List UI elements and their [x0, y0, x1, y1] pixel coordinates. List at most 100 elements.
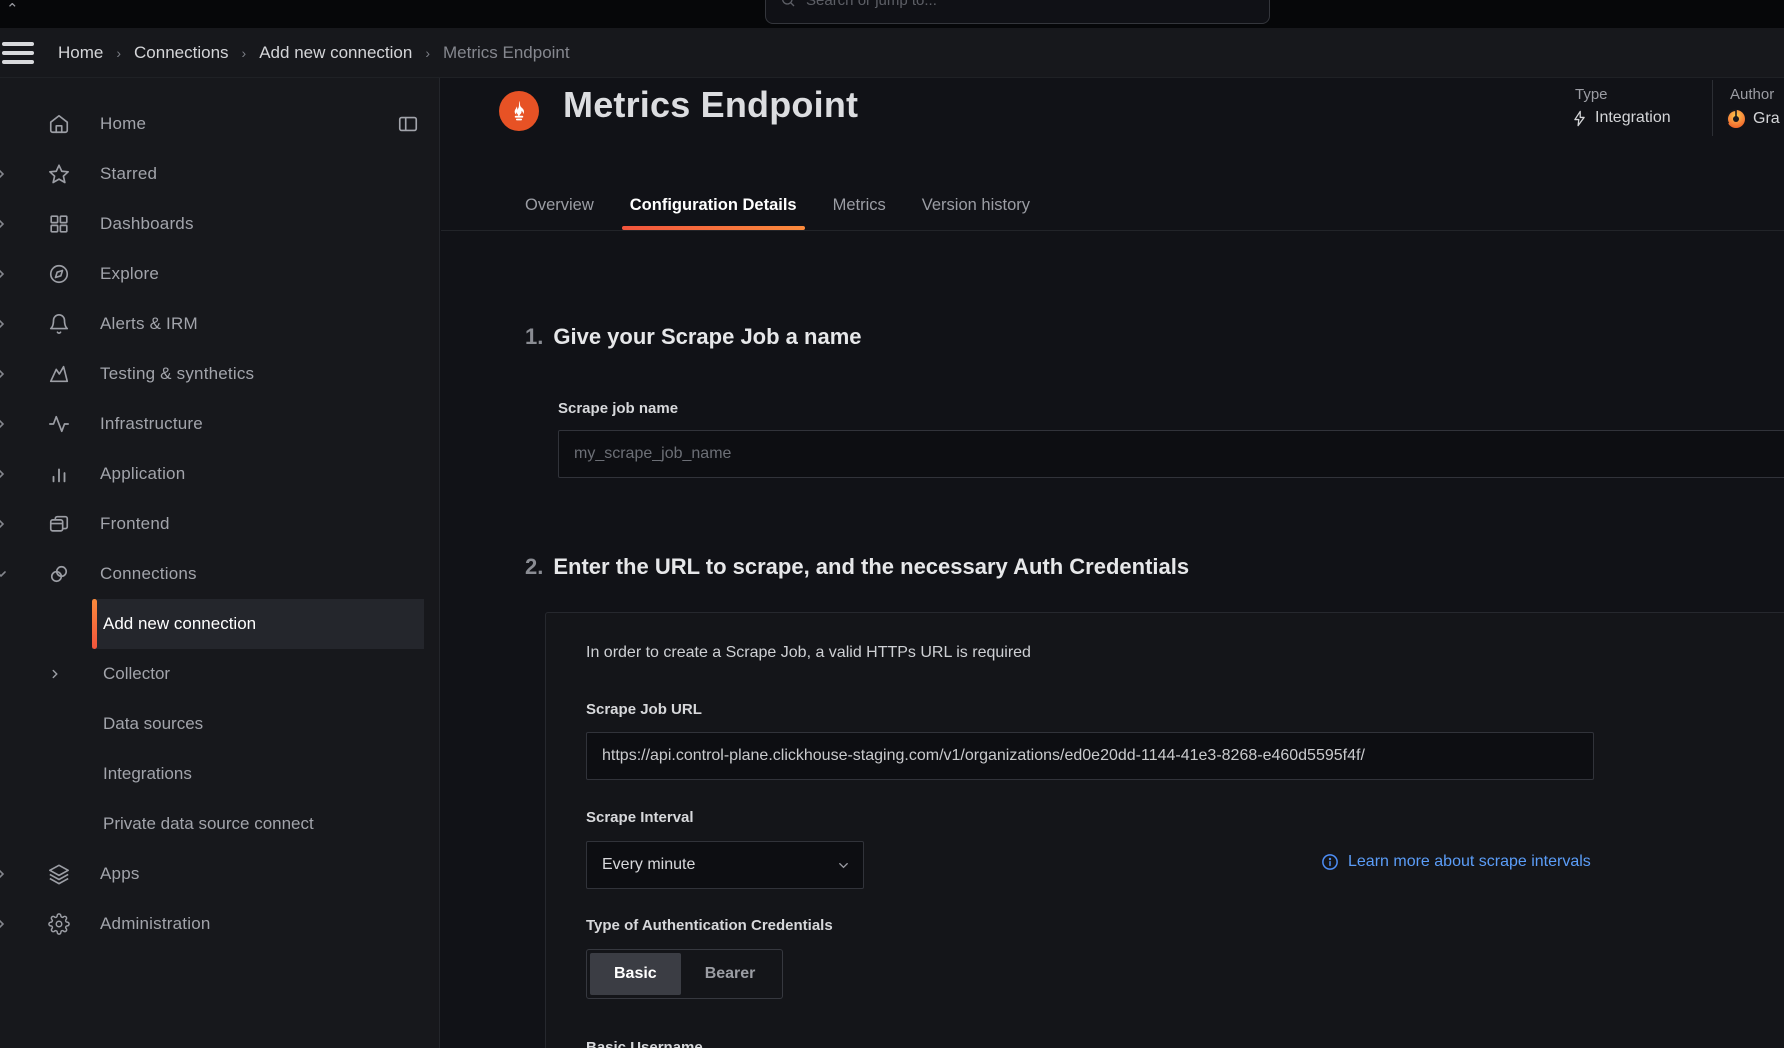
scrape-job-url-label: Scrape Job URL	[586, 701, 702, 718]
breadcrumb-bar: Home › Connections › Add new connection …	[0, 28, 1784, 78]
chevron-right-icon[interactable]	[0, 366, 9, 382]
sidebar-item-label: Integrations	[103, 764, 192, 784]
breadcrumb-connections[interactable]: Connections	[134, 43, 229, 63]
dashboards-grid-icon	[48, 213, 70, 235]
sidebar-item-label: Connections	[100, 564, 197, 584]
sidebar-item-label: Data sources	[103, 714, 203, 734]
sidebar-item-application[interactable]: Application	[0, 449, 439, 499]
sidebar-item-alerts-irm[interactable]: Alerts & IRM	[0, 299, 439, 349]
sidebar-item-label: Starred	[100, 164, 157, 184]
auth-option-bearer[interactable]: Bearer	[681, 953, 780, 995]
tab-metrics[interactable]: Metrics	[833, 186, 886, 224]
star-icon	[48, 163, 70, 185]
scrape-interval-select[interactable]: Every minute	[586, 841, 864, 889]
scrape-job-card: In order to create a Scrape Job, a valid…	[545, 612, 1784, 1048]
sidebar-item-label: Frontend	[100, 514, 170, 534]
browser-windows-icon	[48, 513, 70, 535]
sidebar-item-administration[interactable]: Administration	[0, 899, 439, 949]
sidebar-item-integrations[interactable]: Integrations	[0, 749, 439, 799]
sidebar-item-add-new-connection[interactable]: Add new connection	[0, 599, 439, 649]
auth-option-basic[interactable]: Basic	[590, 953, 681, 995]
chevron-right-icon[interactable]	[0, 316, 9, 332]
grafana-logo-icon	[1726, 109, 1746, 129]
breadcrumb-metrics-endpoint: Metrics Endpoint	[443, 43, 570, 63]
main-content: Metrics Endpoint Type Integration Author…	[441, 78, 1784, 1048]
sidebar-item-label: Application	[100, 464, 185, 484]
section-title: Enter the URL to scrape, and the necessa…	[553, 554, 1189, 579]
sidebar-item-label: Home	[100, 114, 146, 134]
chevron-right-icon[interactable]	[0, 516, 9, 532]
selected-item-highlight: Add new connection	[92, 599, 424, 649]
sidebar-item-apps[interactable]: Apps	[0, 849, 439, 899]
top-bar: ⌃ Search or jump to...	[0, 0, 1784, 28]
mountain-icon	[48, 363, 70, 385]
tab-bar: Overview Configuration Details Metrics V…	[525, 186, 1066, 224]
sidebar-item-explore[interactable]: Explore	[0, 249, 439, 299]
chevron-right-icon[interactable]	[0, 266, 9, 282]
sidebar-item-private-data-source-connect[interactable]: Private data source connect	[0, 799, 439, 849]
sidebar-item-label: Testing & synthetics	[100, 364, 254, 384]
author-label: Author	[1730, 86, 1774, 103]
gear-icon	[48, 913, 70, 935]
author-value: Gra	[1726, 109, 1780, 129]
scrape-intervals-link[interactable]: Learn more about scrape intervals	[1321, 853, 1591, 871]
chevron-right-icon[interactable]	[0, 866, 9, 882]
section-1-heading: 1.Give your Scrape Job a name	[525, 322, 862, 352]
chevron-right-icon[interactable]	[0, 466, 9, 482]
menu-icon[interactable]	[2, 42, 34, 64]
scrape-job-name-input[interactable]	[558, 430, 1784, 478]
lightning-bolt-icon	[1571, 110, 1588, 127]
sidebar-item-label: Apps	[100, 864, 140, 884]
breadcrumb-home[interactable]: Home	[58, 43, 103, 63]
search-input[interactable]: Search or jump to...	[765, 0, 1270, 24]
sidebar-item-starred[interactable]: Starred	[0, 149, 439, 199]
section-2-heading: 2.Enter the URL to scrape, and the neces…	[525, 552, 1189, 582]
sidebar-item-label: Collector	[103, 664, 170, 684]
compass-icon	[48, 263, 70, 285]
sidebar-item-dashboards[interactable]: Dashboards	[0, 199, 439, 249]
home-icon	[48, 113, 70, 135]
card-note: In order to create a Scrape Job, a valid…	[586, 644, 1031, 662]
chevron-down-icon	[836, 858, 851, 873]
basic-username-label: Basic Username	[586, 1039, 703, 1048]
sidebar-item-label: Explore	[100, 264, 159, 284]
breadcrumb-separator: ›	[116, 45, 121, 61]
section-title: Give your Scrape Job a name	[553, 324, 861, 349]
search-placeholder: Search or jump to...	[806, 0, 937, 9]
grafana-app: ⌃ Search or jump to... Home › Connection…	[0, 0, 1784, 1048]
sidebar-item-collector[interactable]: Collector	[0, 649, 439, 699]
scrape-job-name-label: Scrape job name	[558, 400, 678, 417]
chevron-right-icon[interactable]	[0, 216, 9, 232]
auth-type-label: Type of Authentication Credentials	[586, 917, 833, 934]
dock-sidebar-icon[interactable]	[397, 113, 419, 135]
sidebar-item-label: Dashboards	[100, 214, 194, 234]
chevron-up-icon[interactable]: ⌃	[6, 0, 19, 18]
connections-rings-icon	[48, 563, 70, 585]
sidebar-item-connections[interactable]: Connections	[0, 549, 439, 599]
chevron-right-icon[interactable]	[0, 166, 9, 182]
sidebar-item-testing-synthetics[interactable]: Testing & synthetics	[0, 349, 439, 399]
chevron-right-icon[interactable]	[0, 916, 9, 932]
tab-overview[interactable]: Overview	[525, 186, 594, 224]
bar-chart-icon	[48, 463, 70, 485]
info-icon	[1321, 853, 1339, 871]
tab-version-history[interactable]: Version history	[922, 186, 1030, 224]
sidebar-item-infrastructure[interactable]: Infrastructure	[0, 399, 439, 449]
prometheus-icon	[499, 91, 539, 131]
header-meta-divider	[1712, 80, 1713, 136]
chevron-down-icon[interactable]	[0, 566, 9, 582]
layers-icon	[48, 863, 70, 885]
chevron-right-icon[interactable]	[48, 667, 62, 681]
tab-configuration-details[interactable]: Configuration Details	[630, 186, 797, 224]
sidebar-item-label: Private data source connect	[103, 814, 314, 834]
chevron-right-icon[interactable]	[0, 416, 9, 432]
breadcrumb-add-new-connection[interactable]: Add new connection	[259, 43, 412, 63]
bell-icon	[48, 313, 70, 335]
sidebar-item-data-sources[interactable]: Data sources	[0, 699, 439, 749]
scrape-job-url-input[interactable]	[586, 732, 1594, 780]
sidebar-item-home[interactable]: Home	[0, 99, 439, 149]
breadcrumb-separator: ›	[242, 45, 247, 61]
tab-bar-divider	[441, 230, 1784, 231]
activity-pulse-icon	[48, 413, 70, 435]
sidebar-item-frontend[interactable]: Frontend	[0, 499, 439, 549]
